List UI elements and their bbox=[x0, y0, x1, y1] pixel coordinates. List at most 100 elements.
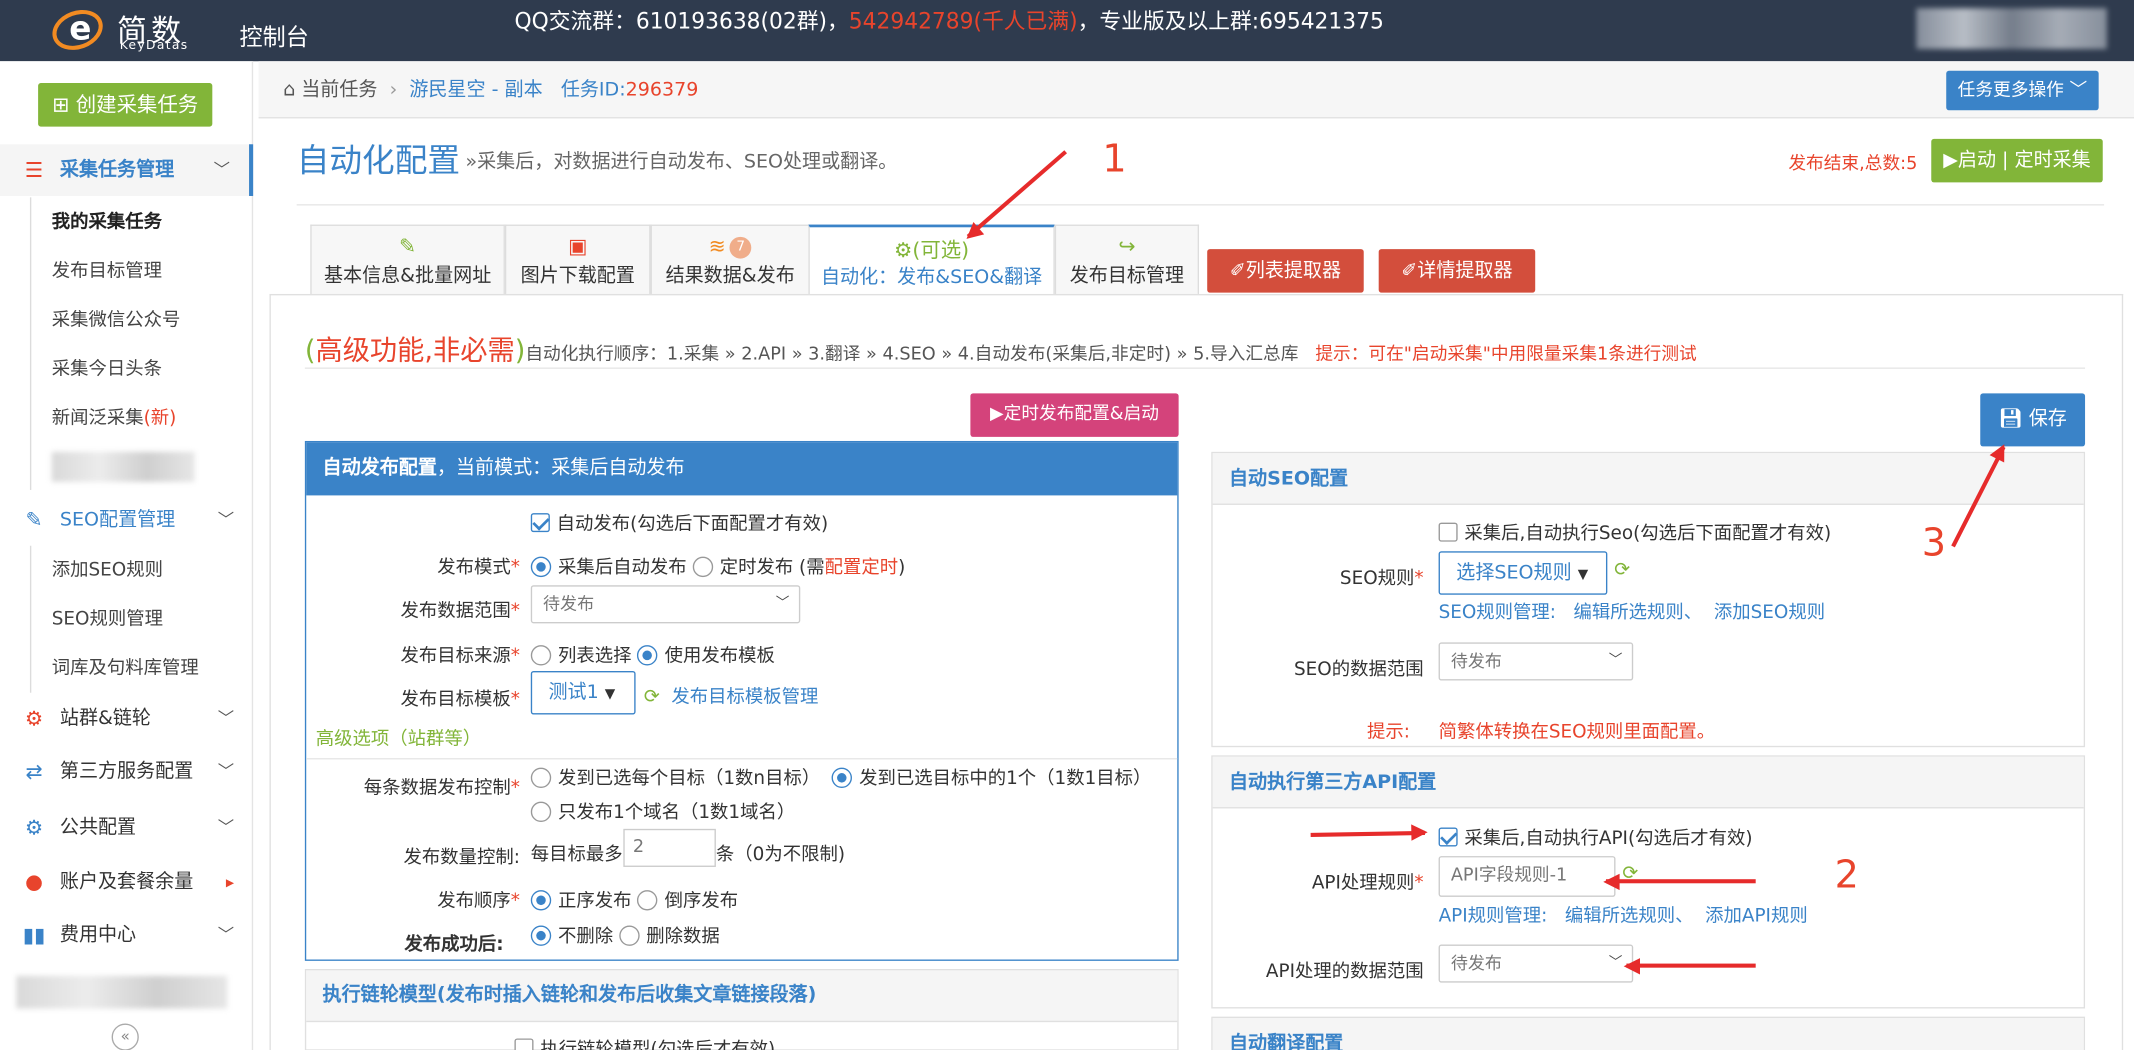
radio-label: 采集后自动发布 bbox=[558, 556, 687, 579]
refresh-icon[interactable]: ⟳ bbox=[1614, 559, 1630, 581]
radio-after-delete[interactable]: 删除数据 bbox=[618, 925, 720, 947]
auto-publish-checkbox[interactable]: 自动发布(勾选后下面配置才有效) bbox=[530, 508, 828, 535]
seo-auto-checkbox[interactable]: 采集后,自动执行Seo(勾选后下面配置才有效) bbox=[1438, 517, 1831, 544]
advanced-options-link[interactable]: 高级选项（站群等） bbox=[316, 723, 481, 750]
radio-source-list[interactable]: 列表选择 bbox=[530, 645, 632, 667]
after-success-label: 发布成功后: bbox=[404, 933, 504, 956]
radio-icon bbox=[530, 556, 552, 578]
publish-range-select[interactable]: 待发布 ﹀ bbox=[530, 585, 801, 624]
seo-add-link[interactable]: 添加SEO规则 bbox=[1714, 602, 1825, 624]
sidebar-group-seo[interactable]: ✎ SEO配置管理 ﹀ bbox=[0, 494, 253, 546]
page-title: 自动化配置 bbox=[296, 141, 461, 180]
start-collect-button[interactable]: ▶启动 | 定时采集 bbox=[1931, 138, 2103, 183]
dropdown-value: 选择SEO规则 bbox=[1456, 562, 1572, 584]
radio-order-desc[interactable]: 倒序发布 bbox=[637, 890, 738, 912]
console-title[interactable]: 控制台 bbox=[240, 18, 309, 52]
radio-label: 正序发布 bbox=[558, 890, 632, 912]
chain-model-checkbox[interactable]: 执行链轮模型(勾选后才有效) bbox=[514, 1033, 775, 1050]
api-rule-label-text: API处理规则 bbox=[1311, 872, 1415, 895]
sidebar-item-blurred[interactable] bbox=[51, 451, 195, 482]
radio-label: 只发布1个域名（1数1域名） bbox=[558, 801, 796, 824]
radio-icon bbox=[530, 890, 552, 911]
api-rule-select[interactable]: API字段规则-1 bbox=[1438, 856, 1616, 897]
template-manage-link[interactable]: 发布目标模板管理 bbox=[671, 686, 818, 708]
sidebar-group-task-management[interactable]: ☰ 采集任务管理 ﹀ bbox=[0, 144, 254, 196]
checkbox-icon bbox=[1438, 827, 1458, 847]
divider bbox=[296, 204, 2105, 206]
advanced-info: (高级功能,非必需)自动化执行顺序：1.采集 » 2.API » 3.翻译 » … bbox=[304, 333, 1697, 367]
radio-label: 发到已选目标中的1个（1数1目标） bbox=[859, 767, 1152, 790]
radio-order-asc[interactable]: 正序发布 bbox=[530, 890, 632, 912]
tab-image-download[interactable]: ▣ 图片下载配置 bbox=[504, 224, 651, 294]
api-edit-link[interactable]: 编辑所选规则、 bbox=[1565, 905, 1694, 927]
qq-group-suffix: ，专业版及以上群:695421375 bbox=[1077, 8, 1384, 35]
sidebar-group-sitegroup[interactable]: ⚙ 站群&链轮 ﹀ bbox=[0, 693, 253, 745]
breadcrumb-task-name[interactable]: 游民星空 - 副本 bbox=[409, 79, 542, 101]
sidebar-item-publish-targets[interactable]: 发布目标管理 bbox=[0, 246, 253, 295]
sidebar-group-label: 公共配置 bbox=[59, 816, 137, 839]
publish-config-title: 自动发布配置 bbox=[322, 457, 437, 480]
tab-publish-target[interactable]: ↪ 发布目标管理 bbox=[1054, 224, 1200, 294]
tab-automation[interactable]: ⚙(可选) 自动化：发布&SEO&翻译 bbox=[808, 224, 1055, 296]
count-prefix: 每目标最多 bbox=[530, 843, 623, 866]
seo-tip-label: 提示: bbox=[1367, 721, 1410, 744]
radio-mode-timed[interactable]: 定时发布 bbox=[692, 556, 793, 578]
seo-manage-label[interactable]: SEO规则管理: bbox=[1439, 602, 1556, 624]
count-input[interactable]: 2 bbox=[623, 828, 716, 867]
radio-per-domain[interactable]: 只发布1个域名（1数1域名） bbox=[530, 796, 796, 824]
tab-basic-info[interactable]: ✎ 基本信息&批量网址 bbox=[310, 224, 505, 294]
refresh-icon[interactable]: ⟳ bbox=[644, 686, 660, 708]
keydatas-logo-icon[interactable]: e bbox=[46, 3, 109, 57]
chevron-down-icon: ﹀ bbox=[1608, 955, 1623, 971]
home-icon[interactable]: ⌂ bbox=[283, 79, 295, 101]
sidebar-group-account[interactable]: ● 账户及套餐余量 ▸ bbox=[0, 856, 253, 908]
order-options: 正序发布 倒序发布 bbox=[530, 885, 738, 912]
tab-optional: (可选) bbox=[912, 238, 970, 263]
radio-after-keep[interactable]: 不删除 bbox=[530, 925, 613, 947]
api-add-link[interactable]: 添加API规则 bbox=[1705, 905, 1808, 927]
sidebar-group-common[interactable]: ⚙ 公共配置 ﹀ bbox=[0, 802, 253, 854]
api-auto-checkbox[interactable]: 采集后,自动执行API(勾选后才有效) bbox=[1438, 822, 1753, 849]
schedule-publish-button[interactable]: ▶定时发布配置&启动 bbox=[970, 393, 1179, 437]
share-icon: ↪ bbox=[1118, 234, 1136, 259]
detail-extractor-button[interactable]: ✐详情提取器 bbox=[1378, 249, 1536, 293]
radio-per-one[interactable]: 发到已选目标中的1个（1数1目标） bbox=[831, 767, 1152, 790]
publish-template-label: 发布目标模板* bbox=[400, 688, 520, 711]
sidebar-item-seo-manage[interactable]: SEO规则管理 bbox=[0, 595, 253, 644]
sidebar-item-toutiao[interactable]: 采集今日头条 bbox=[0, 344, 253, 393]
breadcrumb-current-task[interactable]: 当前任务 bbox=[301, 79, 377, 101]
sidebar-group-billing[interactable]: ▮▮ 费用中心 ﹀ bbox=[0, 909, 253, 961]
breadcrumb-bar: ⌂ 当前任务 › 游民星空 - 副本 任务ID:296379 任务更多操作 ﹀ bbox=[258, 61, 2134, 119]
sidebar-item-news[interactable]: 新闻泛采集(新) bbox=[0, 393, 253, 442]
save-button[interactable]: 💾︎ 保存 bbox=[1980, 393, 2086, 447]
count-control-label: 发布数量控制: bbox=[403, 846, 520, 869]
user-info-blurred[interactable] bbox=[1916, 8, 2107, 49]
sidebar-item-my-tasks[interactable]: 我的采集任务 bbox=[0, 197, 253, 246]
seo-rule-dropdown[interactable]: 选择SEO规则 ▼ bbox=[1438, 551, 1608, 595]
sidebar-item-blurred[interactable] bbox=[16, 975, 228, 1009]
api-range-select[interactable]: 待发布 ﹀ bbox=[1438, 944, 1634, 983]
select-value: 待发布 bbox=[543, 593, 595, 614]
seo-edit-link[interactable]: 编辑所选规则、 bbox=[1574, 602, 1703, 624]
chevron-down-icon: ﹀ bbox=[217, 510, 235, 530]
radio-source-template[interactable]: 使用发布模板 bbox=[637, 645, 775, 667]
api-manage-label[interactable]: API规则管理: bbox=[1439, 905, 1548, 927]
tab-result-data[interactable]: ≋ 7 结果数据&发布 bbox=[650, 224, 810, 294]
more-operations-button[interactable]: 任务更多操作 ﹀ bbox=[1946, 70, 2099, 111]
edit-icon: ✎ bbox=[399, 234, 417, 259]
select-value: 待发布 bbox=[1450, 650, 1502, 671]
list-extractor-button[interactable]: ✐列表提取器 bbox=[1207, 249, 1364, 293]
pin-icon: ✐ bbox=[1229, 259, 1246, 282]
sidebar-collapse-icon[interactable]: « bbox=[111, 1023, 139, 1050]
radio-per-each[interactable]: 发到已选每个目标（1数n目标） bbox=[530, 767, 820, 789]
sidebar-item-add-seo[interactable]: 添加SEO规则 bbox=[0, 546, 253, 595]
configure-timing-link[interactable]: 配置定时 bbox=[825, 557, 898, 579]
tab-label: 图片下载配置 bbox=[520, 265, 635, 288]
radio-mode-after[interactable]: 采集后自动发布 bbox=[530, 556, 687, 579]
sidebar-item-wechat[interactable]: 采集微信公众号 bbox=[0, 295, 253, 344]
sidebar-item-lexicon[interactable]: 词库及句料库管理 bbox=[0, 644, 253, 693]
publish-template-dropdown[interactable]: 测试1 ▼ bbox=[530, 670, 636, 715]
seo-range-select[interactable]: 待发布 ﹀ bbox=[1438, 642, 1634, 681]
create-task-button[interactable]: ⊞ 创建采集任务 bbox=[38, 83, 213, 127]
sidebar-group-thirdparty[interactable]: ⇄ 第三方服务配置 ﹀ bbox=[0, 746, 253, 798]
